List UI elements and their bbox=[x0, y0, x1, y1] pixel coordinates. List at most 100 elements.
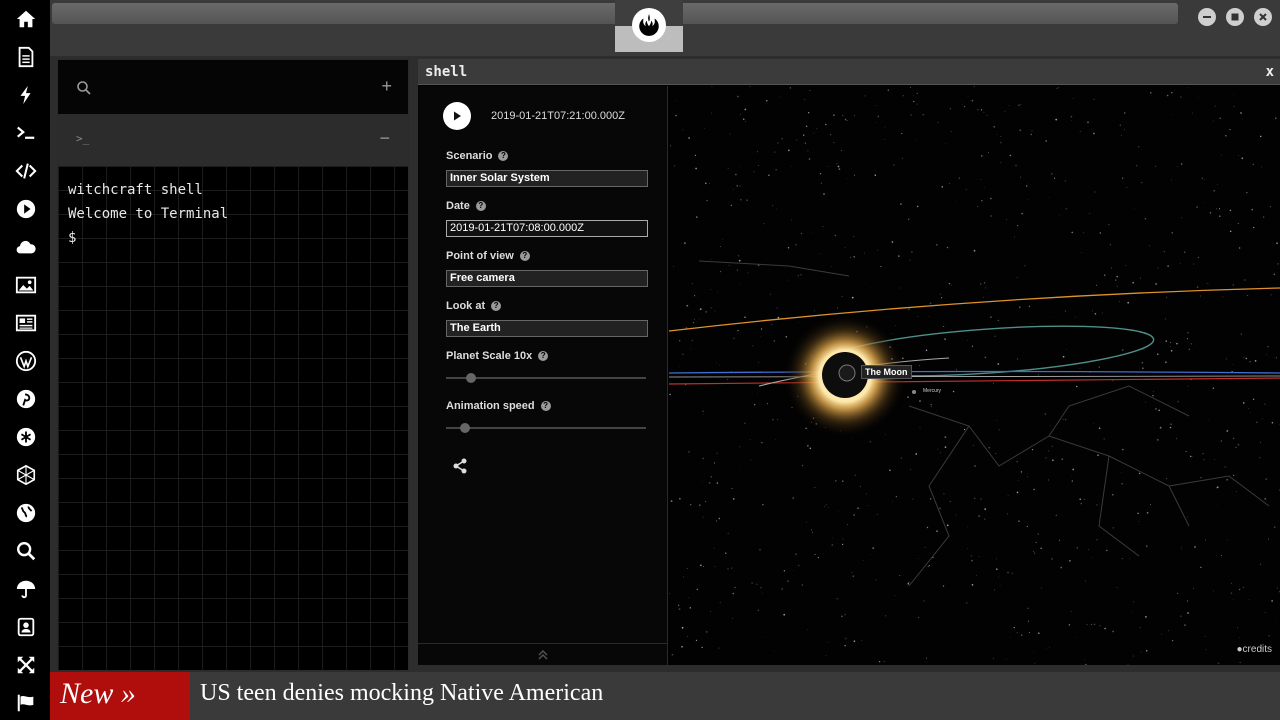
close-button[interactable] bbox=[1254, 8, 1272, 26]
star bbox=[1144, 217, 1147, 220]
add-terminal-button[interactable]: + bbox=[381, 76, 392, 97]
star bbox=[1202, 453, 1204, 455]
star bbox=[973, 445, 974, 446]
home-tab[interactable] bbox=[615, 0, 683, 52]
star bbox=[792, 497, 795, 499]
planet-scale-label: Planet Scale 10x? bbox=[446, 350, 549, 362]
news-headline[interactable]: US teen denies mocking Native American bbox=[200, 680, 603, 707]
cloud-icon[interactable] bbox=[13, 234, 39, 260]
star bbox=[877, 115, 880, 118]
star bbox=[770, 293, 771, 295]
star bbox=[805, 521, 807, 523]
lightning-icon[interactable] bbox=[13, 82, 39, 108]
star bbox=[1062, 355, 1065, 358]
star bbox=[1031, 323, 1033, 324]
slider-knob[interactable] bbox=[460, 423, 470, 433]
star bbox=[853, 640, 856, 642]
document-icon[interactable] bbox=[13, 44, 39, 70]
newspaper-icon[interactable] bbox=[13, 310, 39, 336]
star bbox=[965, 188, 967, 190]
home-icon[interactable] bbox=[13, 6, 39, 32]
star bbox=[700, 564, 702, 567]
star bbox=[768, 174, 770, 177]
pinterest-icon[interactable] bbox=[13, 386, 39, 412]
star bbox=[1051, 445, 1053, 447]
star bbox=[1127, 301, 1130, 304]
look-at-select[interactable]: The Earth bbox=[446, 320, 648, 337]
star bbox=[795, 139, 798, 141]
help-icon[interactable]: ? bbox=[475, 201, 486, 211]
star bbox=[804, 142, 807, 144]
terminal-prompt: $ bbox=[68, 230, 77, 246]
code-icon[interactable] bbox=[13, 158, 39, 184]
star bbox=[916, 103, 918, 105]
point-of-view-select[interactable]: Free camera bbox=[446, 270, 648, 287]
star bbox=[761, 442, 763, 444]
scenario-select[interactable]: Inner Solar System bbox=[446, 170, 648, 187]
help-icon[interactable]: ? bbox=[538, 351, 549, 361]
news-badge: New » bbox=[50, 672, 190, 720]
search-icon[interactable] bbox=[76, 80, 92, 96]
star bbox=[1241, 118, 1243, 120]
star bbox=[1064, 180, 1066, 182]
expand-icon[interactable] bbox=[13, 652, 39, 678]
contacts-icon[interactable] bbox=[13, 614, 39, 640]
mercury-label[interactable]: Mercury bbox=[923, 388, 941, 394]
asterisk-icon[interactable] bbox=[13, 424, 39, 450]
terminal-icon[interactable] bbox=[13, 120, 39, 146]
remove-terminal-button[interactable]: − bbox=[379, 128, 390, 149]
star bbox=[996, 134, 998, 135]
star bbox=[682, 353, 684, 355]
star bbox=[853, 514, 855, 516]
star bbox=[918, 558, 919, 559]
star bbox=[1167, 265, 1169, 267]
planet-scale-slider[interactable] bbox=[446, 373, 646, 383]
play-button[interactable] bbox=[443, 102, 471, 130]
star bbox=[1066, 349, 1068, 350]
search-icon[interactable] bbox=[13, 538, 39, 564]
help-icon[interactable]: ? bbox=[498, 151, 509, 161]
star bbox=[757, 392, 758, 394]
terminal-tab[interactable]: >_ − bbox=[58, 114, 408, 166]
globe-mesh-icon[interactable] bbox=[13, 462, 39, 488]
moon-label[interactable]: The Moon bbox=[861, 365, 912, 379]
star bbox=[862, 560, 864, 561]
globe-icon[interactable] bbox=[13, 500, 39, 526]
star bbox=[798, 564, 800, 567]
star bbox=[1262, 418, 1263, 419]
star bbox=[1265, 478, 1267, 480]
solar-system-view[interactable]: The Moon Mercury ●credits bbox=[669, 86, 1280, 665]
flag-icon[interactable] bbox=[13, 690, 39, 716]
shell-close-button[interactable]: x bbox=[1266, 64, 1274, 80]
image-icon[interactable] bbox=[13, 272, 39, 298]
wordpress-icon[interactable] bbox=[13, 348, 39, 374]
star bbox=[852, 236, 854, 238]
star bbox=[893, 164, 895, 166]
help-icon[interactable]: ? bbox=[540, 401, 551, 411]
help-icon[interactable]: ? bbox=[519, 251, 530, 261]
star bbox=[1028, 305, 1031, 308]
star bbox=[720, 271, 722, 273]
umbrella-icon[interactable] bbox=[13, 576, 39, 602]
star bbox=[800, 274, 802, 276]
credits-link[interactable]: ●credits bbox=[1237, 644, 1273, 655]
star bbox=[751, 582, 753, 584]
date-input[interactable]: 2019-01-21T07:08:00.000Z bbox=[446, 220, 648, 237]
play-icon[interactable] bbox=[13, 196, 39, 222]
help-icon[interactable]: ? bbox=[491, 301, 502, 311]
star bbox=[984, 356, 987, 359]
slider-knob[interactable] bbox=[466, 373, 476, 383]
animation-speed-slider[interactable] bbox=[446, 423, 646, 433]
desktop: + >_ − witchcraft shell Welcome to Termi… bbox=[0, 0, 1280, 720]
star bbox=[935, 244, 938, 246]
star bbox=[826, 504, 828, 506]
terminal-output[interactable]: witchcraft shell Welcome to Terminal $ bbox=[68, 178, 228, 250]
share-icon[interactable] bbox=[452, 458, 468, 474]
star bbox=[687, 635, 689, 637]
star bbox=[1267, 345, 1269, 348]
minimize-button[interactable] bbox=[1198, 8, 1216, 26]
collapse-panel-button[interactable] bbox=[418, 643, 668, 665]
star bbox=[851, 572, 853, 573]
star bbox=[850, 257, 852, 258]
maximize-button[interactable] bbox=[1226, 8, 1244, 26]
